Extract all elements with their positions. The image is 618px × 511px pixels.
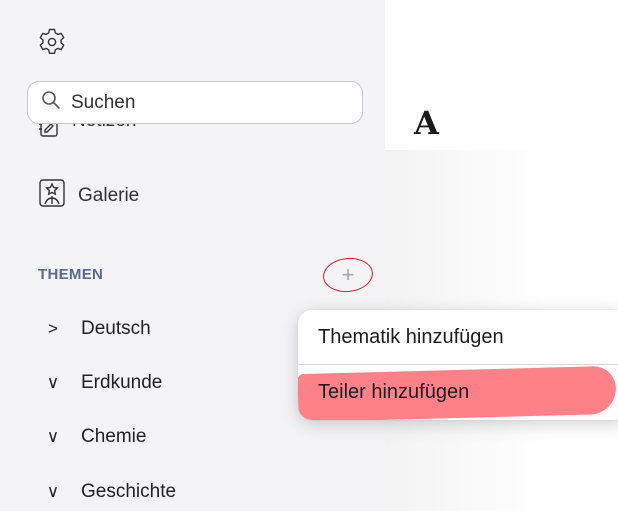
- page-heading: A: [414, 104, 439, 142]
- chevron-down-icon: ∨: [46, 373, 60, 392]
- plus-icon: +: [341, 262, 355, 287]
- gear-icon[interactable]: [36, 26, 68, 58]
- sidebar-item-topic[interactable]: > Deutsch: [45, 318, 151, 340]
- chevron-right-icon: >: [48, 319, 58, 338]
- context-menu: Thematik hinzufügen Teiler hinzufügen: [298, 310, 618, 420]
- topic-label: Erdkunde: [81, 372, 163, 393]
- sidebar-item-topic[interactable]: ∨ Erdkunde: [45, 372, 163, 394]
- search-icon: [41, 90, 61, 115]
- sidebar: Notizen Galerie THEMEN + > Deutsch ∨: [0, 0, 385, 511]
- topics-section-title: THEMEN: [38, 266, 104, 283]
- topic-label: Geschichte: [81, 481, 177, 502]
- menu-item-label: Thematik hinzufügen: [318, 325, 504, 348]
- topic-label: Chemie: [81, 426, 147, 447]
- sidebar-item-topic[interactable]: ∨ Chemie: [45, 426, 147, 448]
- search-field[interactable]: [27, 81, 363, 124]
- sidebar-item-gallery[interactable]: Galerie: [38, 178, 139, 214]
- topic-label: Deutsch: [81, 318, 151, 339]
- menu-item-label: Teiler hinzufügen: [318, 381, 470, 403]
- chevron-down-icon: ∨: [46, 482, 60, 501]
- sidebar-item-topic[interactable]: ∨ Geschichte: [45, 481, 176, 503]
- search-input[interactable]: [71, 91, 341, 114]
- add-topic-button[interactable]: +: [321, 255, 375, 295]
- chevron-down-icon: ∨: [46, 427, 60, 446]
- menu-item-add-topic[interactable]: Thematik hinzufügen: [298, 310, 618, 365]
- sidebar-item-label: Galerie: [78, 185, 140, 206]
- menu-item-add-divider[interactable]: Teiler hinzufügen: [298, 365, 618, 420]
- gallery-icon: [38, 178, 66, 214]
